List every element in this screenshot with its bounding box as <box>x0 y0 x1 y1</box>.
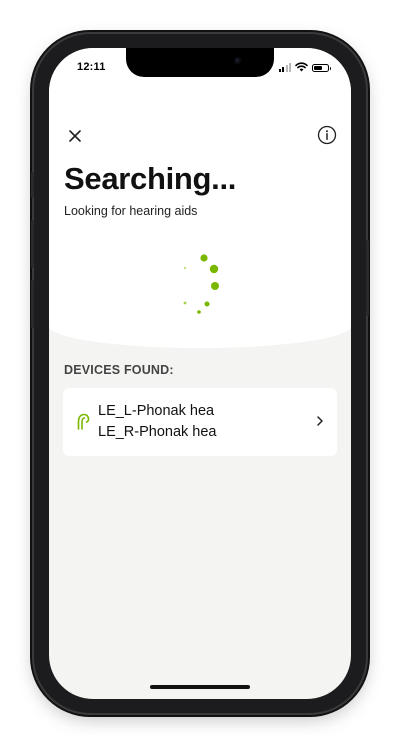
battery-icon <box>312 64 331 72</box>
phone-frame: 12:11 Searching... Looking for hearing a… <box>31 34 369 713</box>
app-screen: 12:11 Searching... Looking for hearing a… <box>49 48 351 699</box>
volume-up-button <box>31 220 34 268</box>
volume-down-button <box>31 280 34 328</box>
status-icons <box>278 62 331 72</box>
hearing-aid-icon <box>77 413 90 430</box>
devices-found-label: DEVICES FOUND: <box>64 363 174 377</box>
device-pair-card[interactable]: LE_L-Phonak hea LE_R-Phonak hea <box>63 388 337 456</box>
left-device-name: LE_L-Phonak hea <box>98 403 215 419</box>
status-time: 12:11 <box>77 61 106 73</box>
close-icon <box>69 130 81 142</box>
loading-spinner-icon <box>183 254 219 314</box>
home-indicator[interactable] <box>150 685 250 689</box>
right-device-name: LE_R-Phonak hea <box>98 424 217 440</box>
page-subtitle: Looking for hearing aids <box>64 204 198 218</box>
front-camera <box>234 57 241 64</box>
power-button <box>366 240 369 316</box>
info-button[interactable] <box>317 125 337 145</box>
chevron-right-icon <box>317 416 323 426</box>
notch <box>126 48 274 77</box>
battery-level <box>314 66 322 70</box>
device-names: LE_L-Phonak hea LE_R-Phonak hea <box>98 401 217 443</box>
wifi-icon <box>295 62 308 72</box>
mute-switch <box>31 172 34 198</box>
close-button[interactable] <box>65 126 85 146</box>
page-title: Searching... <box>64 161 237 196</box>
info-icon <box>317 125 337 145</box>
cellular-signal-icon <box>278 63 291 72</box>
